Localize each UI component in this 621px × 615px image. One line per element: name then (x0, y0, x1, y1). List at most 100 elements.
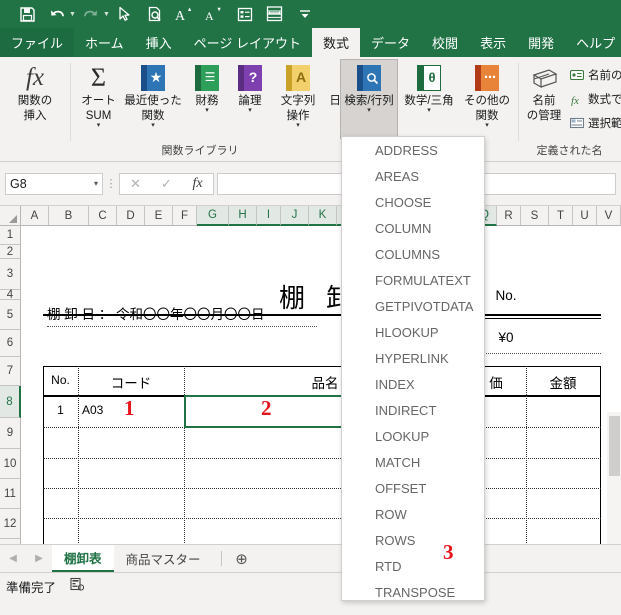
form-icon[interactable] (230, 1, 260, 27)
tab-formulas[interactable]: 数式 (312, 28, 361, 57)
tab-home[interactable]: ホーム (74, 28, 135, 57)
more-functions-button[interactable]: ⋯ その他の 関数 ▾ (459, 60, 515, 129)
undo-icon[interactable] (42, 1, 72, 27)
menu-item-columns[interactable]: COLUMNS (342, 241, 484, 267)
text-caret-icon[interactable]: ▾ (296, 122, 300, 129)
row-header-12[interactable]: 12 (0, 509, 21, 539)
prev-sheet-arrow-icon[interactable]: ◀ (0, 553, 26, 564)
name-manager-button[interactable]: 名前 の管理 (522, 60, 566, 123)
menu-item-choose[interactable]: CHOOSE (342, 189, 484, 215)
tab-developer[interactable]: 開発 (517, 28, 565, 57)
tab-view[interactable]: 表示 (469, 28, 517, 57)
menu-item-column[interactable]: COLUMN (342, 215, 484, 241)
row-header-1[interactable]: 1 (0, 226, 21, 245)
menu-item-match[interactable]: MATCH (342, 449, 484, 475)
column-header-D[interactable]: D (117, 206, 145, 226)
vertical-scrollbar-thumb[interactable] (609, 416, 620, 476)
menu-item-lookup[interactable]: LOOKUP (342, 423, 484, 449)
lookup-reference-caret-icon[interactable]: ▾ (367, 107, 371, 114)
enter-icon[interactable]: ✓ (151, 174, 182, 194)
row-header-4[interactable]: 4 (0, 289, 21, 301)
save-icon[interactable] (12, 1, 42, 27)
print-preview-icon[interactable] (140, 1, 170, 27)
accessibility-icon[interactable] (70, 577, 85, 591)
use-in-formula-command[interactable]: fx 数式で使 (570, 91, 621, 107)
column-header-G[interactable]: G (197, 206, 229, 226)
lookup-reference-dropdown-menu[interactable]: ADDRESS AREAS CHOOSE COLUMN COLUMNS FORM… (341, 136, 485, 601)
math-trig-button[interactable]: θ 数学/三角 ▾ (400, 60, 458, 114)
menu-item-formulatext[interactable]: FORMULATEXT (342, 267, 484, 293)
autosum-caret-icon[interactable]: ▾ (97, 122, 101, 129)
sheet-tab-product-master[interactable]: 商品マスター (113, 545, 213, 572)
math-trig-caret-icon[interactable]: ▾ (427, 107, 431, 114)
column-header-R[interactable]: R (497, 206, 521, 226)
menu-item-getpivotdata[interactable]: GETPIVOTDATA (342, 293, 484, 319)
row-header-2[interactable]: 2 (0, 245, 21, 259)
menu-item-address[interactable]: ADDRESS (342, 137, 484, 163)
font-grow-icon[interactable]: A (170, 1, 200, 27)
row-header-6[interactable]: 6 (0, 330, 21, 357)
column-header-I[interactable]: I (257, 206, 281, 226)
menu-item-index[interactable]: INDEX (342, 371, 484, 397)
column-header-C[interactable]: C (89, 206, 117, 226)
tab-data[interactable]: データ (360, 28, 421, 57)
row-height-icon[interactable] (260, 1, 290, 27)
sheet-tab-inventory[interactable]: 棚卸表 (52, 545, 114, 572)
autosum-button[interactable]: Σ オート SUM ▾ (76, 60, 121, 129)
column-header-F[interactable]: F (173, 206, 197, 226)
tab-review[interactable]: 校閲 (421, 28, 469, 57)
add-sheet-button[interactable]: ⊕ (230, 547, 254, 571)
menu-item-areas[interactable]: AREAS (342, 163, 484, 189)
column-header-J[interactable]: J (281, 206, 309, 226)
tab-file[interactable]: ファイル (0, 28, 75, 57)
row-header-9[interactable]: 9 (0, 418, 21, 449)
next-sheet-arrow-icon[interactable]: ▶ (26, 553, 52, 564)
recent-functions-caret-icon[interactable]: ▾ (151, 122, 155, 129)
cancel-icon[interactable]: ✕ (120, 174, 151, 194)
define-name-command[interactable]: 名前の定 (569, 67, 621, 83)
menu-item-row[interactable]: ROW (342, 501, 484, 527)
row-header-5[interactable]: 5 (0, 300, 21, 330)
row-header-10[interactable]: 10 (0, 449, 21, 479)
tab-page-layout[interactable]: ページ レイアウト (183, 28, 312, 57)
redo-caret-icon[interactable]: ▼ (103, 11, 110, 18)
column-header-S[interactable]: S (521, 206, 549, 226)
formula-bar-handle[interactable]: ⋮ (103, 177, 119, 190)
menu-item-rtd[interactable]: RTD (342, 553, 484, 579)
insert-function-button[interactable]: fx 関数の 挿入 (8, 60, 62, 123)
menu-item-offset[interactable]: OFFSET (342, 475, 484, 501)
create-from-selection-command[interactable]: 選択範囲 (569, 115, 621, 131)
row-header-3[interactable]: 3 (0, 259, 21, 290)
column-header-B[interactable]: B (49, 206, 89, 226)
qat-overflow-icon[interactable] (290, 1, 320, 27)
menu-item-indirect[interactable]: INDIRECT (342, 397, 484, 423)
menu-item-hlookup[interactable]: HLOOKUP (342, 319, 484, 345)
cell-area[interactable]: 棚 卸 棚 卸 日 ： 令和〇〇年〇〇月〇〇日 No. ¥0 No. コード 品… (21, 226, 621, 544)
column-header-A[interactable]: A (21, 206, 49, 226)
tab-insert[interactable]: 挿入 (135, 28, 183, 57)
insert-function-icon[interactable]: fx (182, 174, 213, 194)
financial-button[interactable]: ☰ 財務 ▾ (186, 60, 228, 114)
select-pointer-icon[interactable] (110, 1, 140, 27)
recent-functions-button[interactable]: ★ 最近使った 関数 ▾ (122, 60, 184, 129)
column-header-T[interactable]: T (549, 206, 573, 226)
column-header-E[interactable]: E (145, 206, 173, 226)
column-header-H[interactable]: H (229, 206, 257, 226)
logical-caret-icon[interactable]: ▾ (248, 107, 252, 114)
undo-caret-icon[interactable]: ▼ (69, 11, 76, 18)
menu-item-hyperlink[interactable]: HYPERLINK (342, 345, 484, 371)
redo-icon[interactable] (76, 1, 106, 27)
tab-help[interactable]: ヘルプ (565, 28, 621, 57)
column-header-K[interactable]: K (309, 206, 337, 226)
menu-item-rows[interactable]: ROWS (342, 527, 484, 553)
text-button[interactable]: A 文字列 操作 ▾ (272, 60, 324, 129)
name-box[interactable]: G8 ▾ (5, 172, 103, 195)
select-all-corner[interactable] (0, 206, 21, 226)
row-header-8[interactable]: 8 (0, 386, 21, 418)
font-shrink-icon[interactable]: A (200, 1, 230, 27)
column-header-U[interactable]: U (573, 206, 597, 226)
logical-button[interactable]: ? 論理 ▾ (229, 60, 271, 114)
more-functions-caret-icon[interactable]: ▾ (485, 122, 489, 129)
row-header-11[interactable]: 11 (0, 479, 21, 509)
lookup-reference-button[interactable]: 検索/行列 ▾ (340, 59, 398, 139)
